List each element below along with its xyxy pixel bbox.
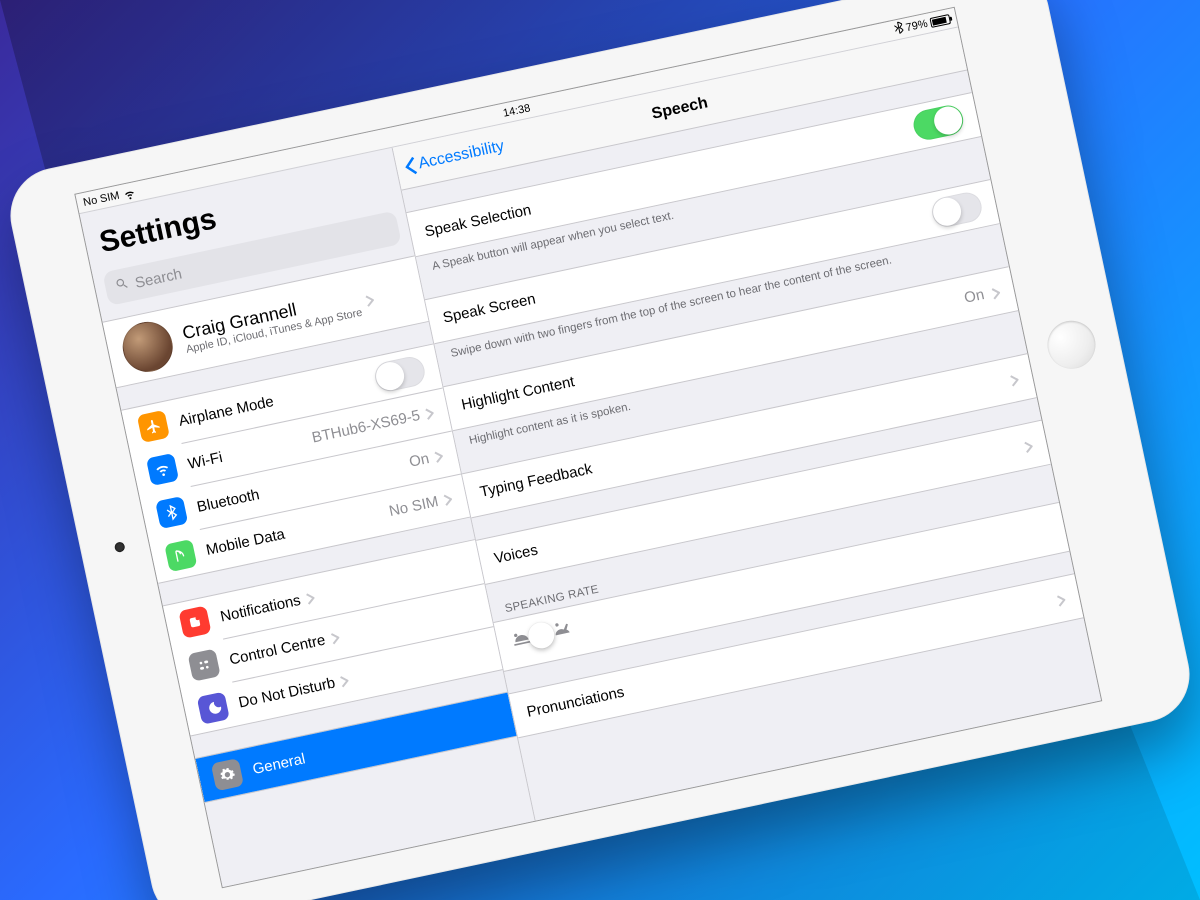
- chevron-right-icon: [330, 631, 340, 644]
- bluetooth-settings-icon: [155, 496, 188, 529]
- mobile-data-icon: [164, 539, 197, 572]
- device-camera: [114, 541, 126, 553]
- airplane-icon: [137, 410, 170, 443]
- chevron-right-icon: [1023, 439, 1033, 452]
- label: Mobile Data: [204, 525, 286, 558]
- airplane-toggle[interactable]: [372, 354, 427, 394]
- ipad-device: No SIM 14:38 79% Settings: [2, 0, 1199, 900]
- label: Notifications: [219, 591, 302, 625]
- label: Typing Feedback: [479, 461, 594, 501]
- status-carrier: No SIM: [82, 189, 120, 208]
- chevron-right-icon: [1009, 373, 1019, 386]
- chevron-right-icon: [443, 492, 453, 505]
- speak-selection-toggle[interactable]: [911, 103, 966, 143]
- battery-icon: [929, 14, 951, 28]
- chevron-right-icon: [305, 591, 315, 604]
- search-icon: [114, 276, 131, 297]
- value: No SIM: [380, 493, 440, 522]
- back-label: Accessibility: [417, 137, 506, 173]
- speak-screen-toggle[interactable]: [929, 190, 984, 230]
- label: Speak Screen: [442, 291, 538, 327]
- notifications-icon: [178, 605, 211, 638]
- wifi-icon: [122, 187, 136, 199]
- wifi-settings-icon: [146, 453, 179, 486]
- label: Voices: [493, 542, 540, 568]
- gear-icon: [211, 758, 244, 791]
- chevron-right-icon: [340, 674, 350, 687]
- chevron-right-icon: [434, 449, 444, 462]
- label: Pronunciations: [525, 684, 626, 721]
- home-button[interactable]: [1043, 316, 1100, 373]
- value: On: [963, 286, 986, 307]
- chevron-right-icon: [365, 293, 375, 306]
- avatar: [118, 317, 177, 376]
- bluetooth-icon: [894, 21, 905, 37]
- back-button[interactable]: Accessibility: [403, 137, 506, 176]
- search-placeholder: Search: [133, 265, 183, 292]
- screen: No SIM 14:38 79% Settings: [74, 7, 1102, 889]
- chevron-right-icon: [1056, 593, 1066, 606]
- chevron-right-icon: [991, 286, 1001, 299]
- chevron-right-icon: [424, 406, 434, 419]
- label: Airplane Mode: [177, 393, 275, 430]
- label: Control Centre: [228, 631, 327, 668]
- do-not-disturb-icon: [197, 692, 230, 725]
- value: On: [400, 450, 431, 472]
- label: Do Not Disturb: [237, 674, 337, 711]
- label: Wi-Fi: [186, 448, 224, 472]
- control-centre-icon: [188, 649, 221, 682]
- label: Speak Selection: [423, 201, 533, 240]
- label: General: [251, 750, 307, 778]
- status-battery-pct: 79%: [905, 17, 929, 33]
- label: Bluetooth: [195, 486, 261, 516]
